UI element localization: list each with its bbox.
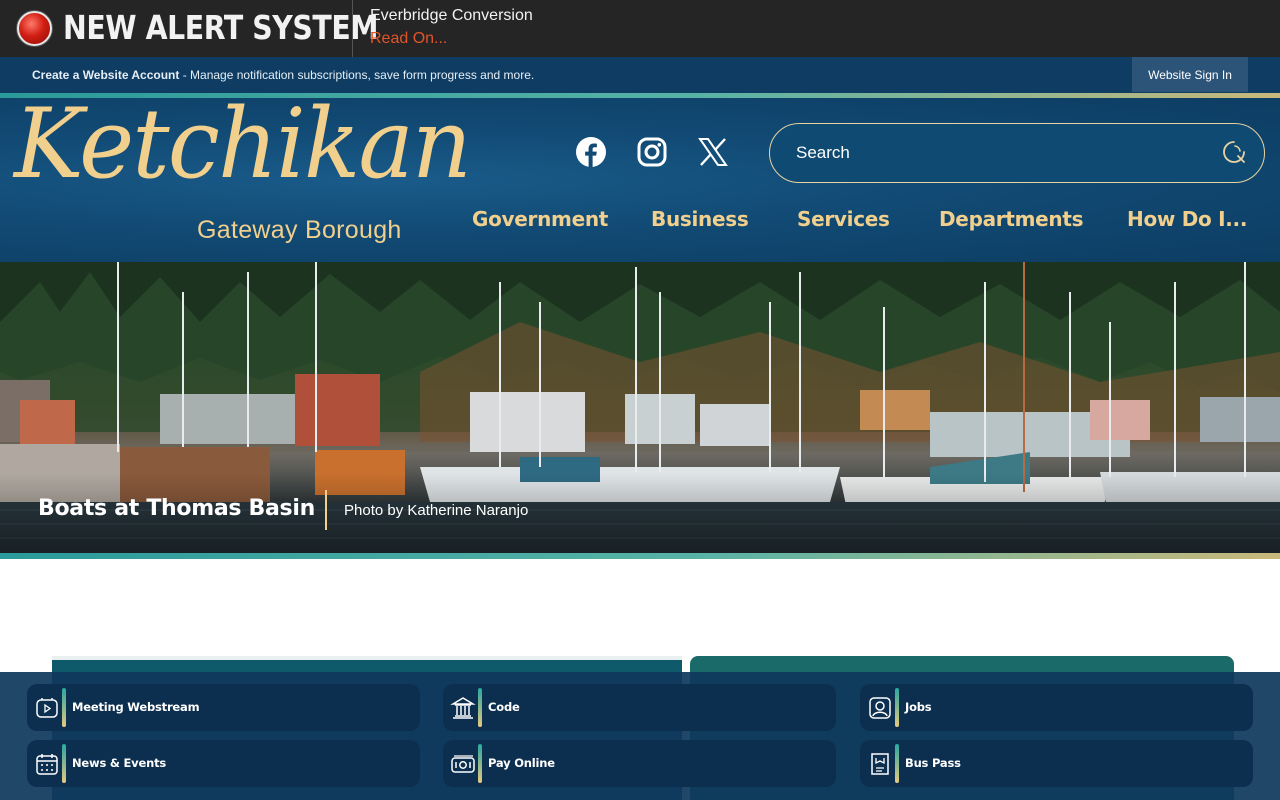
quick-link-label: Pay Online [488, 756, 555, 770]
logo-subtitle: Gateway Borough [197, 216, 402, 244]
alert-headline[interactable]: Everbridge Conversion [370, 7, 533, 25]
person-icon [866, 694, 894, 722]
quick-links-panel: Meeting Webstream Code Jobs News & Event… [0, 672, 1280, 800]
account-description: - Manage notification subscriptions, sav… [179, 68, 535, 82]
nav-item-how-do-i[interactable]: How Do I... [1127, 207, 1247, 231]
nav-item-services[interactable]: Services [797, 207, 890, 231]
quick-link-label: Code [488, 700, 520, 714]
search-input[interactable] [796, 141, 1196, 165]
calendar-icon [33, 750, 61, 778]
quick-link-accent [895, 744, 899, 783]
nav-item-government[interactable]: Government [472, 207, 608, 231]
quick-link-accent [62, 744, 66, 783]
alert-title: NEW ALERT SYSTEM [63, 8, 379, 47]
quick-link-accent [62, 688, 66, 727]
instagram-icon[interactable] [635, 133, 669, 171]
hero-caption-title: Boats at Thomas Basin [38, 496, 315, 521]
quick-link-label: News & Events [72, 756, 167, 770]
search-box [769, 123, 1265, 183]
video-icon [33, 694, 61, 722]
website-sign-in-button[interactable]: Website Sign In [1132, 57, 1248, 92]
quick-link-accent [478, 688, 482, 727]
hero-caption-credit: Photo by Katherine Naranjo [344, 502, 529, 519]
quick-link-jobs[interactable]: Jobs [860, 684, 1253, 731]
quick-link-pay-online[interactable]: Pay Online [443, 740, 836, 787]
alert-divider [352, 0, 353, 57]
create-account-link[interactable]: Create a Website Account [32, 68, 179, 82]
nav-item-departments[interactable]: Departments [939, 207, 1084, 231]
quick-link-label: Meeting Webstream [72, 700, 200, 714]
quick-link-bus-pass[interactable]: Bus Pass [860, 740, 1253, 787]
alert-indicator-icon [17, 11, 52, 46]
quick-link-meeting-webstream[interactable]: Meeting Webstream [27, 684, 420, 731]
quick-link-label: Jobs [905, 700, 932, 714]
quick-link-code[interactable]: Code [443, 684, 836, 731]
x-icon[interactable] [696, 133, 730, 171]
hero-caption-divider [325, 490, 327, 530]
search-icon[interactable] [1220, 138, 1248, 166]
logo-wordmark[interactable]: Ketchikan [14, 96, 472, 192]
money-icon [449, 750, 477, 778]
alert-read-on-link[interactable]: Read On... [370, 30, 447, 48]
account-message: Create a Website Account - Manage notifi… [32, 68, 534, 82]
quick-link-news-events[interactable]: News & Events [27, 740, 420, 787]
hero-accent-stripe [0, 553, 1280, 559]
building-icon [449, 694, 477, 722]
quick-link-accent [895, 688, 899, 727]
pass-icon [866, 750, 894, 778]
quick-link-label: Bus Pass [905, 756, 961, 770]
nav-item-business[interactable]: Business [651, 207, 749, 231]
facebook-icon[interactable] [574, 133, 608, 171]
alert-bar: NEW ALERT SYSTEM Everbridge Conversion R… [0, 0, 1280, 57]
quick-link-accent [478, 744, 482, 783]
